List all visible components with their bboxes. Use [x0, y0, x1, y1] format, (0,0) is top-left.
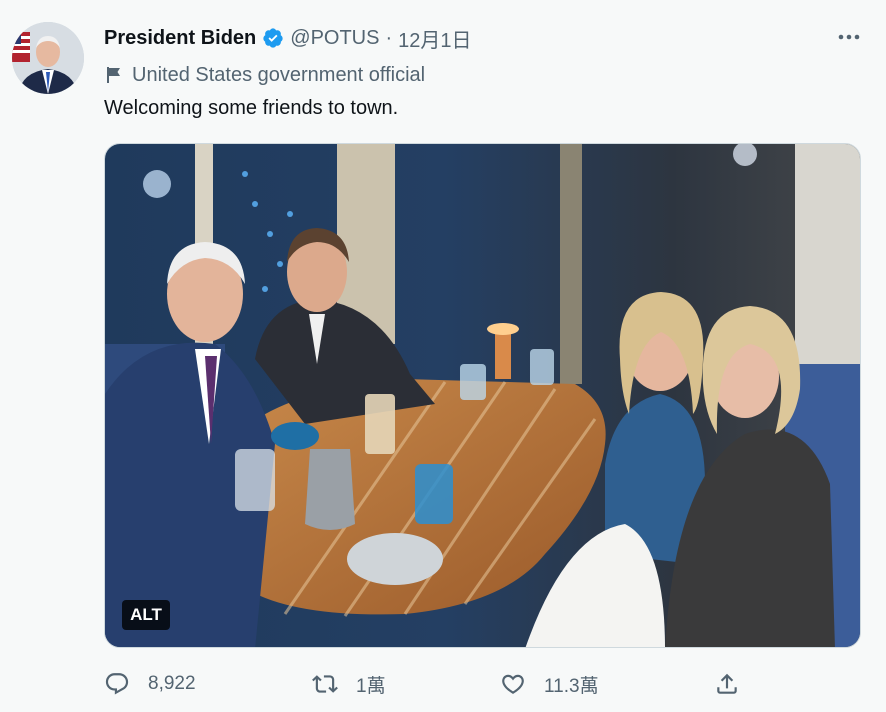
retweet-button[interactable]: 1萬	[312, 668, 386, 700]
like-count: 11.3萬	[544, 675, 599, 697]
reply-icon	[104, 671, 130, 697]
author-name[interactable]: President Biden	[104, 27, 256, 50]
photo-illustration	[105, 144, 860, 647]
share-upload-icon	[714, 671, 740, 697]
author-handle[interactable]: @POTUS	[290, 27, 379, 50]
share-button[interactable]	[714, 668, 758, 700]
retweet-count: 1萬	[356, 675, 386, 697]
retweet-icon	[312, 671, 338, 697]
like-button[interactable]: 11.3萬	[500, 668, 599, 700]
account-label: United States government official	[104, 62, 425, 88]
more-horizontal-icon[interactable]	[836, 26, 862, 48]
tweet-actions: 8,922 1萬 11.3萬	[104, 668, 744, 700]
account-label-text: United States government official	[132, 63, 426, 86]
tweet-text: Welcoming some friends to town.	[104, 97, 399, 119]
avatar-image	[12, 22, 84, 94]
flag-icon	[104, 65, 124, 85]
avatar[interactable]	[12, 22, 84, 94]
separator-dot: ·	[385, 26, 393, 49]
alt-text-badge[interactable]: ALT	[122, 600, 170, 630]
tweet-header: President Biden @POTUS · 12月1日	[104, 24, 472, 52]
tweet-photo[interactable]	[104, 143, 861, 648]
verified-badge-icon	[262, 27, 284, 49]
heart-icon	[500, 671, 526, 697]
tweet-date[interactable]: 12月1日	[398, 24, 471, 53]
reply-button[interactable]: 8,922	[104, 668, 196, 700]
tweet[interactable]: President Biden @POTUS · 12月1日 United St…	[0, 0, 886, 712]
reply-count: 8,922	[148, 673, 196, 694]
